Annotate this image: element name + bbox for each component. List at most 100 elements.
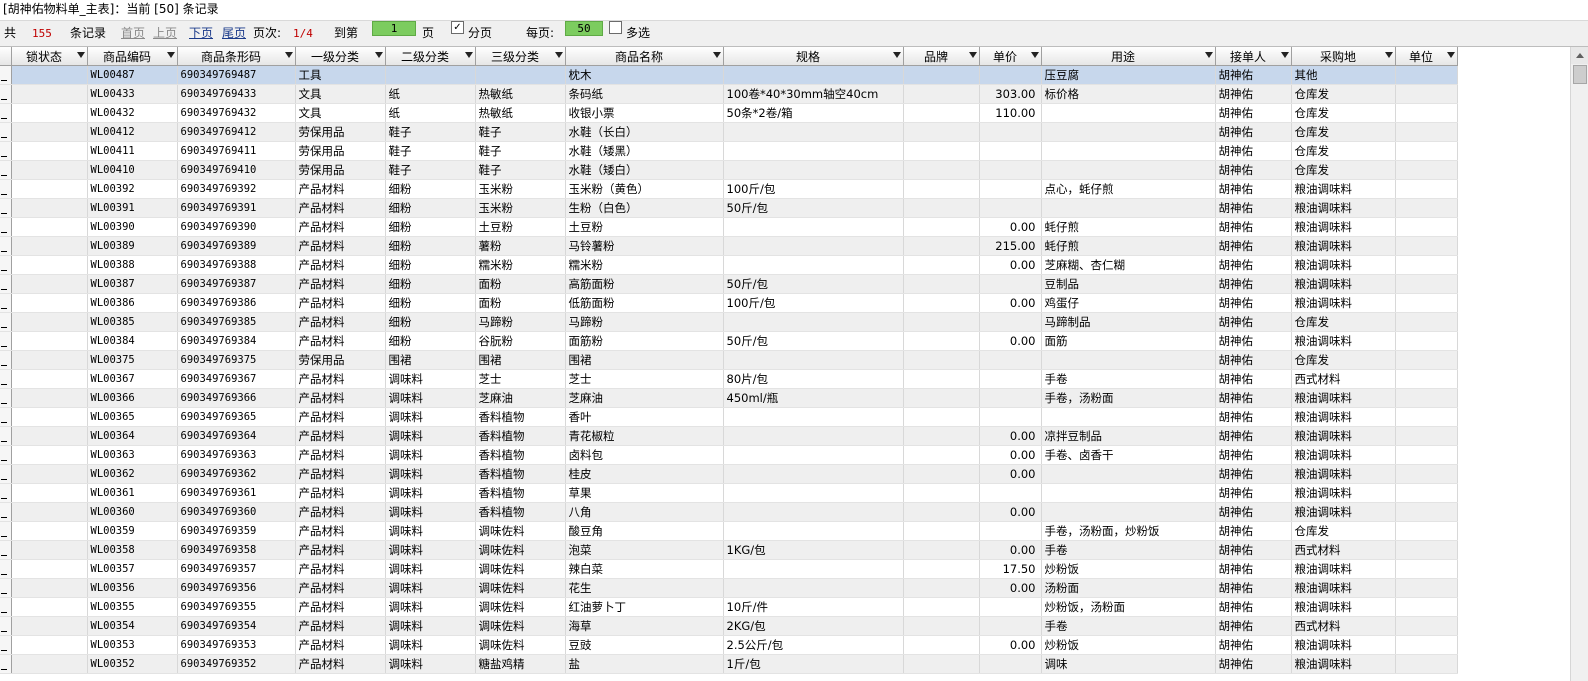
table-cell[interactable]: 产品材料 — [295, 293, 386, 313]
table-cell[interactable]: WL00361 — [87, 483, 178, 503]
filter-dropdown-icon[interactable] — [1446, 52, 1455, 58]
table-cell[interactable] — [903, 141, 980, 161]
table-cell[interactable]: 胡神佑 — [1215, 616, 1292, 636]
table-cell[interactable]: 调味料 — [385, 483, 476, 503]
table-cell[interactable]: 产品材料 — [295, 236, 386, 256]
table-cell[interactable]: 690349769363 — [177, 445, 296, 465]
table-cell[interactable]: 690349769375 — [177, 350, 296, 370]
table-cell[interactable]: WL00366 — [87, 388, 178, 408]
table-cell[interactable]: 纸 — [385, 84, 476, 104]
table-cell[interactable]: 玉米粉（黄色） — [565, 179, 724, 199]
table-cell[interactable]: 粮油调味料 — [1291, 502, 1396, 522]
goto-page-input[interactable]: 1 — [372, 21, 416, 36]
table-cell[interactable]: 17.50 — [979, 559, 1042, 579]
table-cell[interactable]: 0.00 — [979, 426, 1042, 446]
table-cell[interactable] — [11, 274, 88, 294]
table-row[interactable]: WL00433 690349769433 文具纸热敏纸 条码纸 100卷*40*30mm… — [0, 84, 1458, 104]
table-cell[interactable] — [11, 578, 88, 598]
table-row[interactable]: WL00352 690349769352 产品材料 调味料 糖盐鸡精盐 1斤/包 调味 胡神佑… — [0, 654, 1458, 674]
table-row[interactable]: WL00367 690349769367 产品材料 调味料 芝士 芝士 80片/包 手卷 胡神佑… — [0, 369, 1458, 389]
row-selector[interactable] — [0, 369, 12, 389]
table-cell[interactable]: 粮油调味料 — [1291, 635, 1396, 655]
table-cell[interactable]: 胡神佑 — [1215, 521, 1292, 541]
row-selector[interactable] — [0, 407, 12, 427]
table-cell[interactable]: 产品材料 — [295, 654, 386, 674]
table-row[interactable]: WL00487 690349769487 工具 枕木 压豆腐 胡神佑 其他 — [0, 65, 1458, 85]
table-cell[interactable]: 0.00 — [979, 502, 1042, 522]
table-cell[interactable]: 胡神佑 — [1215, 559, 1292, 579]
table-cell[interactable]: 产品材料 — [295, 331, 386, 351]
table-cell[interactable]: 粮油调味料 — [1291, 198, 1396, 218]
table-cell[interactable]: 胡神佑 — [1215, 103, 1292, 123]
table-cell[interactable]: 水鞋（矮白） — [565, 160, 724, 180]
row-selector[interactable] — [0, 179, 12, 199]
table-cell[interactable]: 产品材料 — [295, 255, 386, 275]
table-cell[interactable]: 胡神佑 — [1215, 578, 1292, 598]
column-header[interactable]: 三级分类 — [475, 47, 566, 66]
table-row[interactable]: WL00360 690349769360 产品材料 调味料 香料植物 八角 0.00 胡神佑粮… — [0, 502, 1458, 522]
column-header[interactable]: 用途 — [1041, 47, 1216, 66]
table-row[interactable]: WL00387 690349769387 产品材料 细粉 面粉 高筋面粉 50斤/包 豆制品胡… — [0, 274, 1458, 294]
row-selector[interactable] — [0, 236, 12, 256]
table-cell[interactable] — [1041, 160, 1216, 180]
row-selector[interactable] — [0, 274, 12, 294]
vertical-scrollbar[interactable] — [1570, 47, 1588, 681]
table-row[interactable]: WL00384 690349769384 产品材料 细粉 谷朊粉 面筋粉 50斤/包 0.00… — [0, 331, 1458, 351]
table-cell[interactable] — [723, 578, 904, 598]
table-cell[interactable]: 玉米粉 — [475, 179, 566, 199]
table-cell[interactable]: 调味佐料 — [475, 559, 566, 579]
table-cell[interactable]: 产品材料 — [295, 426, 386, 446]
table-cell[interactable]: 胡神佑 — [1215, 312, 1292, 332]
row-selector[interactable] — [0, 312, 12, 332]
table-cell[interactable]: 690349769390 — [177, 217, 296, 237]
table-cell[interactable] — [903, 65, 980, 85]
table-cell[interactable]: WL00386 — [87, 293, 178, 313]
table-cell[interactable] — [723, 559, 904, 579]
table-cell[interactable]: 调味料 — [385, 521, 476, 541]
table-cell[interactable]: 690349769388 — [177, 255, 296, 275]
table-cell[interactable]: 调味料 — [385, 635, 476, 655]
table-cell[interactable]: 辣白菜 — [565, 559, 724, 579]
table-cell[interactable]: 690349769355 — [177, 597, 296, 617]
table-cell[interactable]: 香料植物 — [475, 445, 566, 465]
row-selector[interactable] — [0, 502, 12, 522]
table-cell[interactable]: 0.00 — [979, 445, 1042, 465]
table-cell[interactable]: 粮油调味料 — [1291, 274, 1396, 294]
table-cell[interactable] — [1041, 464, 1216, 484]
scroll-up-arrow-icon[interactable] — [1571, 47, 1588, 64]
table-cell[interactable] — [1395, 84, 1458, 104]
table-cell[interactable]: 粮油调味料 — [1291, 654, 1396, 674]
table-cell[interactable]: WL00362 — [87, 464, 178, 484]
table-cell[interactable]: 草果 — [565, 483, 724, 503]
table-cell[interactable]: 文具 — [295, 103, 386, 123]
table-cell[interactable]: 细粉 — [385, 236, 476, 256]
table-cell[interactable]: 产品材料 — [295, 540, 386, 560]
table-cell[interactable]: 收银小票 — [565, 103, 724, 123]
table-cell[interactable]: WL00384 — [87, 331, 178, 351]
table-cell[interactable]: 高筋面粉 — [565, 274, 724, 294]
table-cell[interactable]: 调味 — [1041, 654, 1216, 674]
filter-dropdown-icon[interactable] — [284, 52, 293, 58]
table-cell[interactable]: WL00487 — [87, 65, 178, 85]
table-cell[interactable] — [723, 350, 904, 370]
table-cell[interactable]: 100斤/包 — [723, 293, 904, 313]
table-cell[interactable] — [903, 293, 980, 313]
table-cell[interactable] — [979, 369, 1042, 389]
table-cell[interactable]: 仓库发 — [1291, 141, 1396, 161]
table-cell[interactable]: 细粉 — [385, 255, 476, 275]
table-cell[interactable]: 0.00 — [979, 635, 1042, 655]
table-cell[interactable]: 手卷，汤粉面 — [1041, 388, 1216, 408]
table-cell[interactable]: 690349769360 — [177, 502, 296, 522]
table-cell[interactable] — [979, 141, 1042, 161]
table-cell[interactable] — [903, 445, 980, 465]
table-cell[interactable]: 粮油调味料 — [1291, 578, 1396, 598]
table-row[interactable]: WL00390 690349769390 产品材料 细粉 土豆粉 土豆粉 0.00 蚝仔煎 胡神… — [0, 217, 1458, 237]
table-cell[interactable] — [11, 255, 88, 275]
table-cell[interactable]: WL00388 — [87, 255, 178, 275]
table-cell[interactable] — [1395, 293, 1458, 313]
column-header[interactable]: 接单人 — [1215, 47, 1292, 66]
table-cell[interactable] — [903, 160, 980, 180]
table-cell[interactable]: 细粉 — [385, 312, 476, 332]
table-row[interactable]: WL00357 690349769357 产品材料 调味料 调味佐料 辣白菜 17.50 炒粉… — [0, 559, 1458, 579]
table-cell[interactable] — [723, 521, 904, 541]
